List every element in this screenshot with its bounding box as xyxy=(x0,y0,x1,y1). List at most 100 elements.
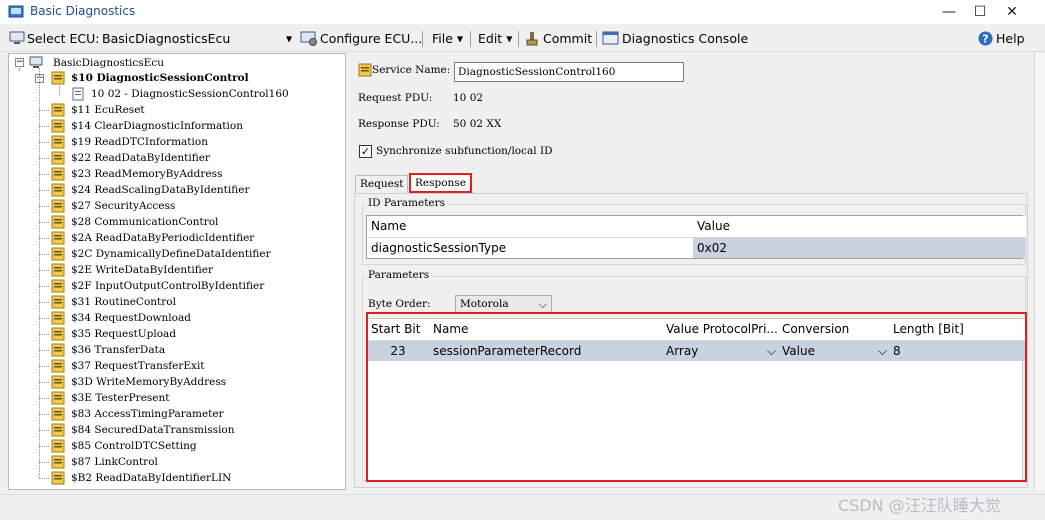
id-parameters-grid[interactable]: Name Value diagnosticSessionType 0x02 xyxy=(366,215,1026,259)
service-icon xyxy=(51,263,65,277)
service-tree[interactable]: − BasicDiagnosticsEcu − $10 DiagnosticSe… xyxy=(8,53,346,490)
service-icon xyxy=(51,327,65,341)
service-icon xyxy=(51,231,65,245)
id-param-name-cell[interactable]: diagnosticSessionType xyxy=(367,238,698,258)
request-pdu-label: Request PDU: xyxy=(358,92,433,104)
file-menu[interactable]: File ▼ xyxy=(432,30,463,48)
tree-item-service[interactable]: $11 EcuReset xyxy=(71,102,145,118)
service-icon xyxy=(51,391,65,405)
tree-item-service[interactable]: $27 SecurityAccess xyxy=(71,198,175,214)
service-icon xyxy=(51,215,65,229)
configure-icon xyxy=(300,31,317,46)
column-header-value[interactable]: Value xyxy=(693,216,1026,238)
toolbar: Select ECU: BasicDiagnosticsEcu ▼ Config… xyxy=(0,26,1045,52)
ecu-select-dropdown-icon[interactable]: ▼ xyxy=(286,30,292,48)
tree-item-service[interactable]: $2F InputOutputControlByIdentifier xyxy=(71,278,264,294)
title-bar: Basic Diagnostics — ☐ ✕ xyxy=(0,0,1045,24)
chevron-down-icon: ▼ xyxy=(506,34,513,44)
tree-item-service[interactable]: $37 RequestTransferExit xyxy=(71,358,205,374)
commit-icon xyxy=(526,32,538,46)
service-icon xyxy=(51,359,65,373)
toolbar-separator xyxy=(422,31,423,47)
byte-order-label: Byte Order: xyxy=(368,298,431,310)
id-parameters-title: ID Parameters xyxy=(365,197,449,209)
tree-item-service[interactable]: $3E TesterPresent xyxy=(71,390,170,406)
service-icon xyxy=(51,407,65,421)
sync-checkbox[interactable]: ✓ xyxy=(359,145,372,158)
edit-menu-label: Edit xyxy=(478,31,503,46)
edit-menu[interactable]: Edit ▼ xyxy=(478,30,512,48)
tree-item-service[interactable]: $34 RequestDownload xyxy=(71,310,191,326)
minimize-button[interactable]: — xyxy=(932,1,966,23)
service-icon xyxy=(51,279,65,293)
adjacent-window-edge xyxy=(1034,53,1045,490)
service-icon xyxy=(51,439,65,453)
highlight-box xyxy=(366,312,1027,482)
tree-item-service[interactable]: $2C DynamicallyDefineDataIdentifier xyxy=(71,246,271,262)
service-icon xyxy=(51,295,65,309)
request-pdu-value: 10 02 xyxy=(453,92,484,104)
diagnostics-console-button[interactable]: Diagnostics Console xyxy=(622,30,748,48)
tree-item-service[interactable]: $84 SecuredDataTransmission xyxy=(71,422,235,438)
service-icon xyxy=(51,71,65,85)
service-icon xyxy=(51,167,65,181)
help-icon: ? xyxy=(978,31,993,46)
tree-item-service[interactable]: $14 ClearDiagnosticInformation xyxy=(71,118,243,134)
tree-item-service[interactable]: $87 LinkControl xyxy=(71,454,158,470)
tree-item-service[interactable]: $B2 ReadDataByIdentifierLIN xyxy=(71,470,231,486)
byte-order-value: Motorola xyxy=(460,298,509,310)
tree-item-service[interactable]: $28 CommunicationControl xyxy=(71,214,218,230)
computer-icon xyxy=(9,31,25,44)
tree-item-service[interactable]: $3D WriteMemoryByAddress xyxy=(71,374,226,390)
help-button[interactable]: Help xyxy=(996,30,1025,48)
app-icon xyxy=(8,5,24,18)
tree-item-service[interactable]: $22 ReadDataByIdentifier xyxy=(71,150,210,166)
collapse-toggle[interactable]: − xyxy=(15,58,24,67)
column-header-name[interactable]: Name xyxy=(367,216,698,238)
tab-response[interactable]: Response xyxy=(409,173,472,193)
tree-item-service[interactable]: $36 TransferData xyxy=(71,342,165,358)
tree-item-service[interactable]: $2E WriteDataByIdentifier xyxy=(71,262,213,278)
tree-root-ecu[interactable]: BasicDiagnosticsEcu xyxy=(53,55,164,71)
tree-item-service[interactable]: $83 AccessTimingParameter xyxy=(71,406,224,422)
tree-item-service[interactable]: $35 RequestUpload xyxy=(71,326,176,342)
id-param-value-cell[interactable]: 0x02 xyxy=(693,238,1026,258)
maximize-button[interactable]: ☐ xyxy=(963,1,997,23)
tree-item-service[interactable]: $19 ReadDTCInformation xyxy=(71,134,208,150)
service-icon xyxy=(51,375,65,389)
tree-subfunction[interactable]: 10 02 - DiagnosticSessionControl160 xyxy=(91,86,289,102)
chevron-down-icon: ▼ xyxy=(456,34,464,44)
tree-item-service[interactable]: $2A ReadDataByPeriodicIdentifier xyxy=(71,230,254,246)
toolbar-separator xyxy=(470,31,471,47)
sync-label: Synchronize subfunction/local ID xyxy=(376,145,553,157)
service-icon xyxy=(51,471,65,485)
service-icon xyxy=(51,183,65,197)
toolbar-separator xyxy=(596,31,597,47)
commit-button[interactable]: Commit xyxy=(543,30,592,48)
service-icon xyxy=(51,135,65,149)
console-icon xyxy=(602,31,619,45)
service-details-panel: Service Name: DiagnosticSessionControl16… xyxy=(352,53,1030,490)
service-icon xyxy=(51,103,65,117)
tree-item-service[interactable]: $24 ReadScalingDataByIdentifier xyxy=(71,182,249,198)
watermark: CSDN @汪汪队睡大觉 xyxy=(838,496,1001,515)
response-pdu-label: Response PDU: xyxy=(358,118,440,130)
service-name-label: Service Name: xyxy=(372,64,451,76)
service-icon xyxy=(51,247,65,261)
file-menu-label: File xyxy=(432,31,453,46)
ecu-select[interactable]: BasicDiagnosticsEcu xyxy=(102,30,230,48)
tree-item-service[interactable]: $23 ReadMemoryByAddress xyxy=(71,166,222,182)
service-icon xyxy=(358,63,372,77)
chevron-down-icon: ⌵ xyxy=(538,298,547,311)
tree-item-service[interactable]: $31 RoutineControl xyxy=(71,294,176,310)
close-button[interactable]: ✕ xyxy=(995,1,1029,23)
service-name-input[interactable]: DiagnosticSessionControl160 xyxy=(454,62,684,82)
tree-selected-service[interactable]: $10 DiagnosticSessionControl xyxy=(71,70,249,86)
configure-ecu-button[interactable]: Configure ECU... xyxy=(320,30,422,48)
tree-item-service[interactable]: $85 ControlDTCSetting xyxy=(71,438,197,454)
tab-request[interactable]: Request xyxy=(355,175,409,193)
parameters-title: Parameters xyxy=(365,269,433,281)
computer-icon xyxy=(29,56,43,68)
select-ecu-label: Select ECU: xyxy=(27,31,100,46)
window-title: Basic Diagnostics xyxy=(30,4,136,18)
